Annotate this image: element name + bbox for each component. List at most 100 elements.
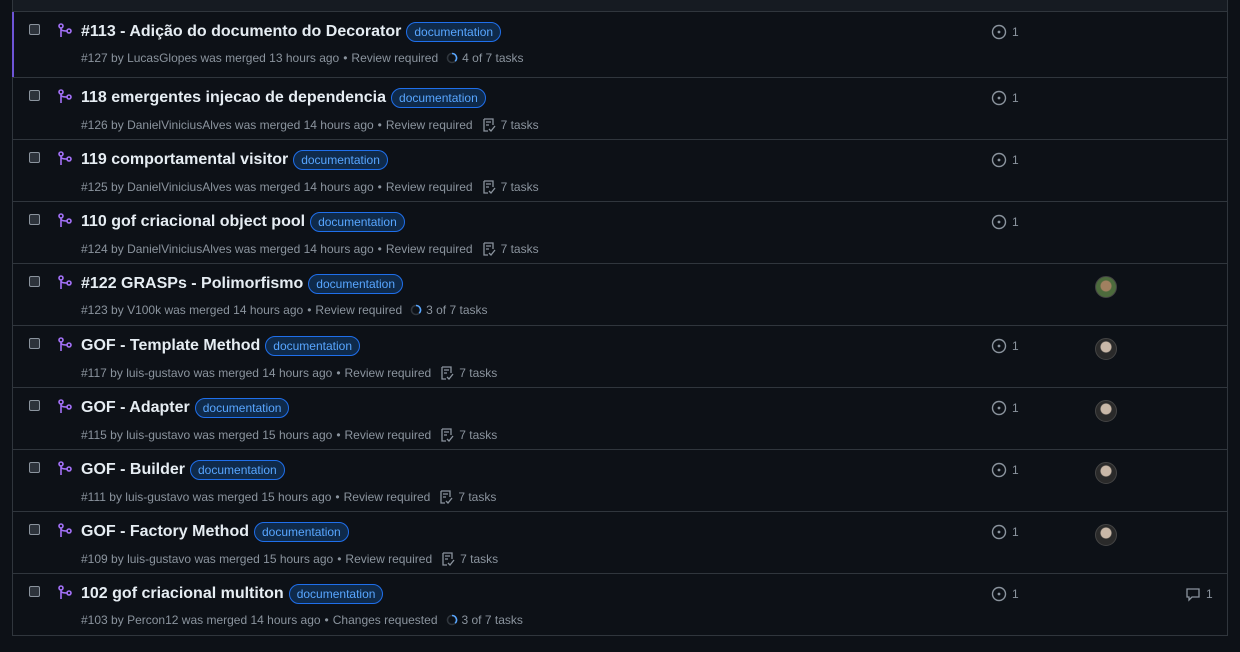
task-status[interactable]: 4 of 7 tasks <box>438 51 524 65</box>
pr-author[interactable]: LucasGlopes <box>127 51 197 65</box>
merged-time: was merged 15 hours ago <box>194 552 334 566</box>
task-status[interactable]: 7 tasks <box>473 241 539 257</box>
pull-request-row-117[interactable]: GOF - Template Method documentation #117… <box>13 326 1227 388</box>
review-status[interactable]: Review required <box>345 428 432 442</box>
issue-opened-icon <box>991 152 1007 168</box>
select-checkbox[interactable] <box>29 90 40 101</box>
assignee-avatar[interactable] <box>1095 276 1117 298</box>
documentation-label[interactable]: documentation <box>194 398 290 418</box>
pr-number: #109 <box>81 552 108 566</box>
pull-request-row-109[interactable]: GOF - Factory Method documentation #109 … <box>13 512 1227 574</box>
issue-opened-icon <box>991 24 1007 40</box>
assignee-avatar[interactable] <box>1095 400 1117 422</box>
select-checkbox[interactable] <box>29 400 40 411</box>
review-status[interactable]: Review required <box>344 490 431 504</box>
task-count: 7 tasks <box>459 366 498 380</box>
task-status[interactable]: 7 tasks <box>431 427 497 443</box>
pr-title[interactable]: GOF - Template Method <box>81 337 260 355</box>
linked-issue-count: 1 <box>1012 215 1019 229</box>
pr-meta: #126 by DanielViniciusAlves was merged 1… <box>81 117 539 133</box>
linked-issue[interactable]: 1 <box>991 524 1019 540</box>
documentation-label[interactable]: documentation <box>254 522 349 542</box>
task-status[interactable]: 3 of 7 tasks <box>402 303 488 317</box>
pull-request-row-103[interactable]: 102 gof criacional multiton documentatio… <box>13 574 1227 636</box>
pr-author[interactable]: luis-gustavo <box>125 490 189 504</box>
merged-time: was merged 14 hours ago <box>234 118 374 132</box>
select-checkbox[interactable] <box>29 586 40 597</box>
pr-author[interactable]: Percon12 <box>127 613 178 627</box>
documentation-label[interactable]: documentation <box>308 274 404 294</box>
assignee-avatar[interactable] <box>1095 524 1117 546</box>
pr-title[interactable]: #122 GRASPs - Polimorfismo <box>81 275 303 293</box>
select-checkbox[interactable] <box>29 462 40 473</box>
linked-issue[interactable]: 1 <box>991 214 1019 230</box>
review-status[interactable]: Review required <box>345 366 432 380</box>
review-status[interactable]: Review required <box>386 180 473 194</box>
pull-request-row-124[interactable]: 110 gof criacional object pool documenta… <box>13 202 1227 264</box>
documentation-label[interactable]: documentation <box>391 88 486 108</box>
pr-title[interactable]: #113 - Adição do documento do Decorator <box>81 23 401 41</box>
task-status[interactable]: 7 tasks <box>432 551 498 567</box>
task-status[interactable]: 7 tasks <box>473 117 539 133</box>
linked-issue[interactable]: 1 <box>991 400 1019 416</box>
documentation-label[interactable]: documentation <box>406 22 502 42</box>
pr-author[interactable]: luis-gustavo <box>127 552 191 566</box>
pr-title[interactable]: GOF - Adapter <box>81 399 190 417</box>
linked-issue[interactable]: 1 <box>991 152 1019 168</box>
review-status[interactable]: Review required <box>386 242 473 256</box>
pr-meta: #127 by LucasGlopes was merged 13 hours … <box>81 51 524 65</box>
pr-author[interactable]: V100k <box>127 303 161 317</box>
linked-issue[interactable]: 1 <box>991 586 1019 602</box>
pull-request-row-123[interactable]: #122 GRASPs - Polimorfismo documentation… <box>13 264 1227 326</box>
pr-author[interactable]: luis-gustavo <box>126 366 190 380</box>
comments-link[interactable]: 1 <box>1185 586 1213 602</box>
documentation-label[interactable]: documentation <box>293 150 388 170</box>
select-checkbox[interactable] <box>29 24 40 35</box>
task-status[interactable]: 7 tasks <box>431 365 497 381</box>
select-checkbox[interactable] <box>29 214 40 225</box>
pull-request-row-127[interactable]: #113 - Adição do documento do Decorator … <box>12 12 1227 78</box>
pr-title[interactable]: 119 comportamental visitor <box>81 151 288 169</box>
pr-author[interactable]: DanielViniciusAlves <box>127 180 232 194</box>
review-status[interactable]: Review required <box>315 303 402 317</box>
merged-time: was merged 14 hours ago <box>234 180 374 194</box>
linked-issue[interactable]: 1 <box>991 24 1019 40</box>
pr-title[interactable]: 110 gof criacional object pool <box>81 213 305 231</box>
task-status[interactable]: 7 tasks <box>430 489 496 505</box>
review-status[interactable]: Review required <box>351 51 438 65</box>
pull-request-row-115[interactable]: GOF - Adapter documentation #115 by luis… <box>13 388 1227 450</box>
assignee-avatar[interactable] <box>1095 338 1117 360</box>
pr-title[interactable]: 118 emergentes injecao de dependencia <box>81 89 386 107</box>
pull-request-row-125[interactable]: 119 comportamental visitor documentation… <box>13 140 1227 202</box>
documentation-label[interactable]: documentation <box>265 336 360 356</box>
linked-issue-count: 1 <box>1012 153 1019 167</box>
review-status[interactable]: Review required <box>386 118 473 132</box>
pr-title[interactable]: 102 gof criacional multiton <box>81 585 284 603</box>
linked-issue[interactable]: 1 <box>991 462 1019 478</box>
merged-time: was merged 14 hours ago <box>164 303 304 317</box>
review-status[interactable]: Review required <box>345 552 432 566</box>
assignee-avatar[interactable] <box>1095 462 1117 484</box>
documentation-label[interactable]: documentation <box>310 212 405 232</box>
task-status[interactable]: 3 of 7 tasks <box>438 613 523 627</box>
by-text: by <box>111 303 124 317</box>
review-status[interactable]: Changes requested <box>333 613 438 627</box>
pull-request-row-111[interactable]: GOF - Builder documentation #111 by luis… <box>13 450 1227 512</box>
pr-author[interactable]: DanielViniciusAlves <box>127 242 232 256</box>
documentation-label[interactable]: documentation <box>190 460 285 480</box>
merged-pr-icon <box>58 585 72 599</box>
documentation-label[interactable]: documentation <box>288 584 384 604</box>
select-checkbox[interactable] <box>29 152 40 163</box>
linked-issue[interactable]: 1 <box>991 338 1019 354</box>
select-checkbox[interactable] <box>29 338 40 349</box>
pull-request-row-126[interactable]: 118 emergentes injecao de dependencia do… <box>13 78 1227 140</box>
pr-author[interactable]: DanielViniciusAlves <box>127 118 232 132</box>
task-status[interactable]: 7 tasks <box>473 179 539 195</box>
select-checkbox[interactable] <box>29 276 40 287</box>
pr-title[interactable]: GOF - Factory Method <box>81 523 249 541</box>
merged-pr-icon <box>58 151 72 165</box>
pr-author[interactable]: luis-gustavo <box>126 428 190 442</box>
pr-title[interactable]: GOF - Builder <box>81 461 185 479</box>
select-checkbox[interactable] <box>29 524 40 535</box>
linked-issue[interactable]: 1 <box>991 90 1019 106</box>
